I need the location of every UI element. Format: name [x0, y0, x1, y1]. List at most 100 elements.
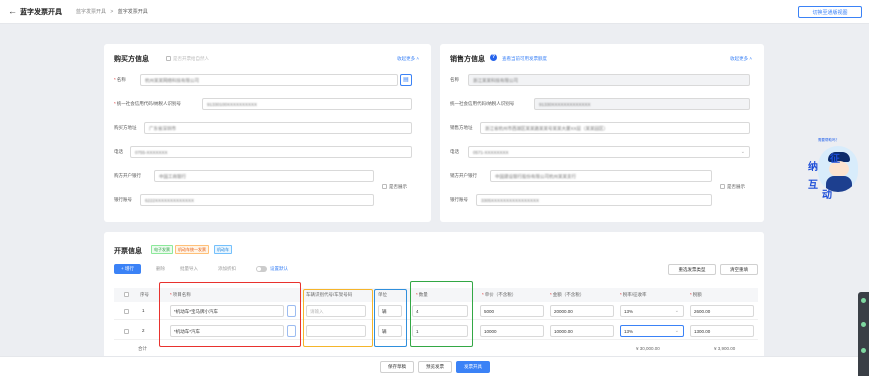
buyer-account-input[interactable]: 6222XXXXXXXXXXXXX	[140, 194, 374, 206]
item-picker-button[interactable]	[287, 305, 296, 317]
seller-show-checkbox[interactable]: 是否展示	[720, 184, 745, 190]
col-rate: *税率/征收率	[620, 292, 647, 297]
table-row: 1 *机动车*宝马牌小汽车 请输入 辆 4 5000 20000.00 13% ⌄…	[114, 304, 758, 320]
seller-address-label: 销售方地址	[450, 125, 473, 130]
seller-address-input[interactable]: 浙江省杭州市西湖区某某路某某号某某大厦XX层（某某园区）	[480, 122, 750, 134]
buyer-panel: 购买方信息 是否开票给自然人 收起更多 ˄ *名称 杭州某某网络科技有限公司 ▤…	[104, 44, 431, 222]
seller-show-label: 是否展示	[727, 184, 745, 189]
widget-char: 互	[808, 180, 818, 191]
buyer-phone-label: 电话	[114, 149, 123, 154]
buyer-address-input[interactable]: 广东省深圳市	[144, 122, 412, 134]
buyer-name-input[interactable]: 杭州某某网络科技有限公司	[140, 74, 398, 86]
status-dot-icon	[861, 298, 866, 303]
seller-collapse-link[interactable]: 收起更多 ˄	[730, 56, 752, 62]
contact-book-icon: ▤	[403, 77, 409, 83]
checkbox-icon	[382, 184, 387, 190]
seller-title: 销售方信息	[450, 56, 485, 63]
issue-invoice-button[interactable]: 发票开具	[456, 361, 490, 373]
status-dot-icon	[861, 322, 866, 327]
save-draft-button[interactable]: 保存草稿	[380, 361, 414, 373]
tag-vehicle-invoice: 机动车统一发票	[175, 245, 209, 254]
add-row-button[interactable]: + 增行	[114, 264, 141, 274]
buyer-taxid-input[interactable]: 91330100XXXXXXXXXX	[202, 98, 412, 110]
price-input[interactable]: 10000	[480, 325, 544, 337]
row-seq: 2	[142, 328, 145, 333]
tax-amount-input[interactable]: 1300.00	[690, 325, 754, 337]
tax-rate-select[interactable]: 13% ⌄	[620, 305, 684, 317]
buyer-collapse-link[interactable]: 收起更多 ˄	[397, 56, 419, 62]
seller-panel: 销售方信息 ? 查看当前可用发票额度 收起更多 ˄ 名称 浙江某某科技有限公司 …	[440, 44, 764, 222]
seller-account-row: 银行账号 3305XXXXXXXXXXXXXXXX	[440, 194, 764, 206]
item-name-input[interactable]: *机动车*宝马牌小汽车	[170, 305, 284, 317]
reselect-type-button[interactable]: 重选发票类型	[668, 264, 716, 275]
preview-invoice-button[interactable]: 预览发票	[418, 361, 452, 373]
row-seq: 1	[142, 308, 145, 313]
row-checkbox[interactable]	[124, 309, 129, 314]
buyer-show-checkbox[interactable]: 是否展示	[382, 184, 407, 190]
seller-taxid-input: 91330XXXXXXXXXXXXX	[534, 98, 750, 110]
buyer-name-row: *名称 杭州某某网络科技有限公司 ▤	[104, 74, 431, 86]
seller-name-input: 浙江某某科技有限公司	[468, 74, 750, 86]
amount-input[interactable]: 20000.00	[550, 305, 614, 317]
seller-phone-select[interactable]: 0571-XXXXXXXX ⌄	[468, 146, 750, 158]
col-tax: *税额	[690, 292, 702, 297]
switch-view-label: 切换至通版视图	[812, 9, 848, 16]
unit-input[interactable]: 辆	[378, 325, 402, 337]
col-price: *单价（不含税）	[482, 292, 517, 297]
total-label: 合计	[138, 346, 147, 351]
back-arrow-icon[interactable]: ←	[8, 6, 17, 16]
item-name-input[interactable]: *机动车*汽车	[170, 325, 284, 337]
buyer-account-row: 银行账号 6222XXXXXXXXXXXXX	[104, 194, 431, 206]
buyer-bank-input[interactable]: 中国工商银行	[154, 170, 374, 182]
buyer-address-label: 购买方地址	[114, 125, 137, 130]
status-dot-icon	[861, 348, 866, 353]
batch-import-button[interactable]: 批量导入	[180, 264, 198, 274]
vin-input[interactable]	[306, 325, 366, 337]
buyer-phone-input[interactable]: 0755-XXXXXXX	[130, 146, 412, 158]
default-toggle-label[interactable]: 设置默认	[270, 264, 288, 274]
seller-account-label: 银行账号	[450, 197, 468, 202]
buyer-name-label: *名称	[114, 77, 126, 82]
vin-input[interactable]: 请输入	[306, 305, 366, 317]
help-icon[interactable]: ?	[490, 54, 497, 61]
natural-person-checkbox[interactable]: 是否开票给自然人	[166, 56, 209, 62]
select-all-checkbox[interactable]	[124, 292, 129, 297]
tax-amount-input[interactable]: 2600.00	[690, 305, 754, 317]
switch-view-button[interactable]: 切换至通版视图	[798, 6, 862, 18]
chevron-down-icon: ⌄	[674, 328, 679, 334]
natural-person-label: 是否开票给自然人	[173, 56, 209, 61]
col-unit: 单位	[378, 292, 387, 297]
total-amount: ¥ 30,000.00	[636, 346, 660, 351]
quantity-input[interactable]: 4	[412, 305, 468, 317]
breadcrumb-item[interactable]: 蓝字发票开具	[76, 9, 106, 15]
page-title: 蓝字发票开具	[20, 9, 62, 16]
buyer-bank-row: 购方开户银行 中国工商银行	[104, 170, 431, 182]
col-amount: *金额（不含税）	[550, 292, 585, 297]
buyer-lookup-button[interactable]: ▤	[400, 74, 412, 86]
tax-rate-select[interactable]: 13% ⌄	[620, 325, 684, 337]
col-seq: 序号	[140, 292, 149, 297]
breadcrumb-separator: >	[110, 9, 114, 15]
clear-refill-button[interactable]: 清空重填	[720, 264, 758, 275]
item-picker-button[interactable]	[287, 325, 296, 337]
amount-input[interactable]: 10000.00	[550, 325, 614, 337]
col-vin: 车辆识别代号/车架号码	[306, 292, 353, 297]
quantity-input[interactable]: 1	[412, 325, 468, 337]
buyer-taxid-row: *统一社会信用代码/纳税人识别号 91330100XXXXXXXXXX	[104, 98, 431, 110]
widget-char: 征	[830, 154, 840, 165]
widget-char: 纳	[808, 162, 818, 173]
unit-input[interactable]: 辆	[378, 305, 402, 317]
add-discount-button[interactable]: 添加折扣	[218, 264, 236, 274]
breadcrumb: 蓝字发票开具 > 蓝字发票开具	[76, 8, 151, 15]
assistant-widget[interactable]: 需要帮助吗？ 纳 征 互 动	[808, 134, 864, 206]
seller-account-input[interactable]: 3305XXXXXXXXXXXXXXXX	[476, 194, 712, 206]
buyer-taxid-label: *统一社会信用代码/纳税人识别号	[114, 101, 182, 106]
quota-link[interactable]: 查看当前可用发票额度	[502, 56, 547, 62]
side-tool-panel[interactable]	[858, 292, 869, 376]
breadcrumb-current: 蓝字发票开具	[117, 9, 148, 15]
price-input[interactable]: 5000	[480, 305, 544, 317]
delete-button[interactable]: 删除	[156, 264, 165, 274]
seller-bank-input[interactable]: 中国建设银行股份有限公司杭州某某支行	[490, 170, 712, 182]
default-toggle[interactable]	[256, 266, 267, 272]
row-checkbox[interactable]	[124, 329, 129, 334]
